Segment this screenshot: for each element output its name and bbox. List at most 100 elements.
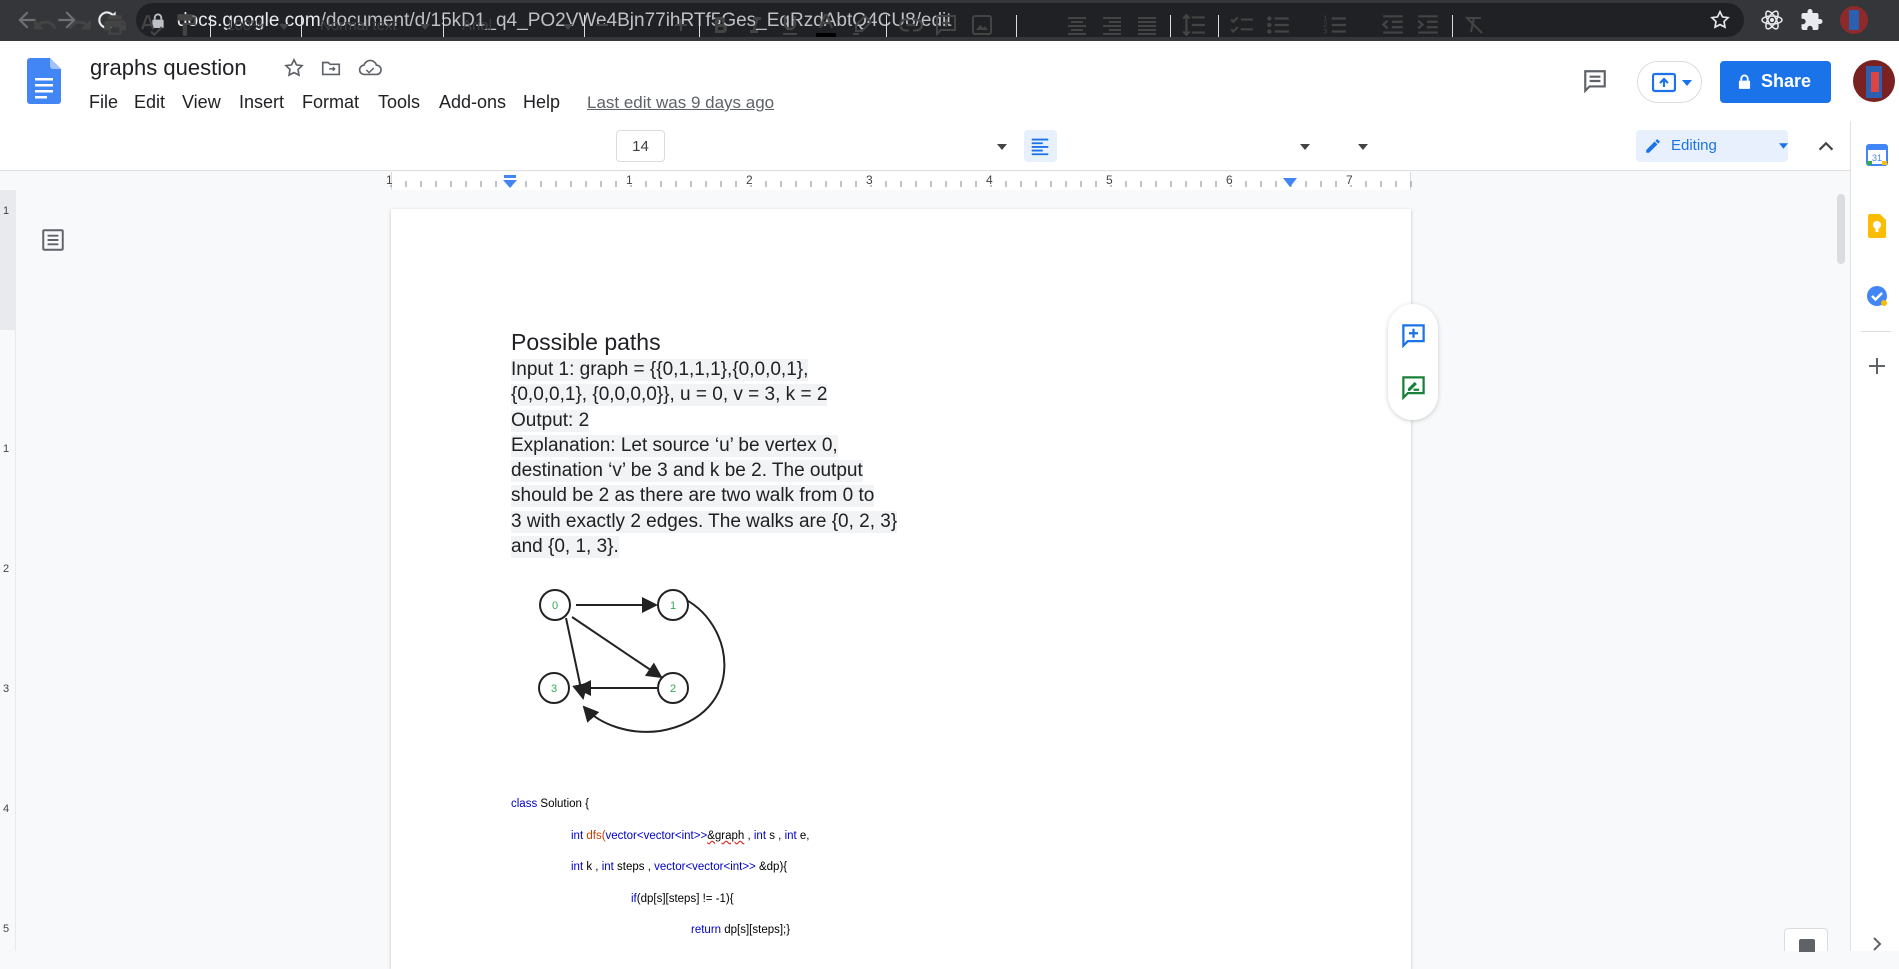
numbered-list-icon[interactable]: 123 (1322, 12, 1348, 38)
bold-icon[interactable] (708, 12, 732, 38)
editing-mode-label: Editing (1671, 137, 1717, 154)
scrollbar[interactable] (1834, 190, 1848, 951)
left-indent-marker[interactable] (503, 175, 517, 188)
chevron-down-icon[interactable] (420, 24, 430, 30)
tasks-icon[interactable] (1866, 285, 1888, 307)
undo-icon[interactable] (32, 12, 58, 38)
zoom-select[interactable]: 100% (226, 17, 264, 34)
menu-help[interactable]: Help (523, 92, 560, 113)
font-family-select[interactable]: Arial (462, 17, 492, 34)
node-label: 2 (670, 683, 676, 695)
keep-icon[interactable] (1866, 214, 1888, 238)
calendar-icon[interactable]: 31 (1866, 144, 1888, 166)
bookmark-star-icon[interactable] (1709, 9, 1731, 31)
ruler-mark: 1 (386, 173, 393, 187)
align-right-icon[interactable] (1100, 12, 1124, 38)
menu-tools[interactable]: Tools (378, 92, 420, 113)
cloud-saved-icon[interactable] (358, 57, 382, 79)
toolbar-divider (1016, 15, 1017, 37)
insert-comment-icon[interactable] (934, 12, 958, 38)
move-folder-icon[interactable] (320, 57, 342, 79)
chevron-down-icon (1682, 80, 1692, 86)
toolbar-divider (210, 15, 211, 37)
account-avatar[interactable] (1853, 60, 1895, 102)
chevron-down-icon[interactable] (279, 24, 289, 30)
line-spacing-icon[interactable] (1181, 12, 1207, 38)
add-addon-icon[interactable] (1867, 356, 1887, 376)
horizontal-ruler: 1 1 2 3 4 5 6 7 (0, 172, 1848, 190)
align-left-button[interactable] (1024, 130, 1057, 162)
present-icon (1652, 72, 1676, 93)
ruler-mark: 1 (3, 205, 10, 217)
bulleted-list-icon[interactable] (1265, 12, 1291, 38)
clear-formatting-icon[interactable] (1462, 12, 1486, 38)
menu-format[interactable]: Format (302, 92, 359, 113)
star-icon[interactable] (283, 57, 305, 79)
graph-diagram-image[interactable]: 0 1 2 3 (530, 585, 745, 735)
node-label: 0 (552, 600, 558, 612)
graph-node: 3 (538, 672, 570, 704)
doc-line: should be 2 as there are two walk from 0… (511, 485, 875, 507)
right-indent-marker[interactable] (1283, 178, 1297, 187)
toolbar-divider (301, 15, 302, 37)
ruler-mark: 1 (626, 173, 633, 187)
graph-node: 1 (657, 589, 689, 621)
redo-icon[interactable] (67, 12, 93, 38)
paint-format-icon[interactable] (173, 12, 199, 38)
code-line: int dfs(vector<vector<int>>&graph , int … (571, 830, 810, 842)
decrease-font-size-icon[interactable] (590, 12, 614, 38)
increase-indent-icon[interactable] (1415, 12, 1441, 38)
text-color-icon[interactable] (813, 12, 839, 38)
editing-mode-button[interactable]: Editing (1636, 130, 1788, 162)
insert-link-icon[interactable] (898, 12, 924, 38)
menu-insert[interactable]: Insert (239, 92, 284, 113)
document-outline-icon[interactable] (40, 227, 66, 253)
present-button[interactable] (1637, 61, 1702, 103)
insert-image-icon[interactable] (970, 12, 994, 38)
doc-line: Explanation: Let source ‘u’ be vertex 0, (511, 435, 838, 457)
add-comment-icon[interactable] (1400, 322, 1427, 349)
increase-font-size-icon[interactable] (669, 12, 693, 38)
ruler-mark: 1 (3, 443, 10, 455)
font-size-input[interactable]: 14 (616, 130, 665, 162)
italic-icon[interactable] (743, 12, 767, 38)
chevron-right-icon[interactable] (1871, 936, 1883, 952)
chevron-down-icon[interactable] (563, 24, 573, 30)
document-title[interactable]: graphs question (90, 55, 247, 81)
chevron-down-icon (1779, 143, 1788, 149)
paragraph-style-select[interactable]: Normal text (320, 17, 397, 34)
align-center-icon[interactable] (1065, 12, 1089, 38)
decrease-indent-icon[interactable] (1380, 12, 1406, 38)
profile-avatar[interactable] (1840, 6, 1868, 34)
spellcheck-icon[interactable] (138, 12, 164, 38)
ruler-mark: 6 (1226, 173, 1233, 187)
formatting-toolbar (0, 121, 1899, 171)
share-button[interactable]: Share (1720, 61, 1831, 103)
docs-logo-icon[interactable] (27, 58, 61, 104)
print-icon[interactable] (102, 12, 128, 38)
react-extension-icon[interactable] (1760, 8, 1784, 32)
chevron-down-icon[interactable] (1300, 144, 1310, 150)
highlight-color-icon[interactable] (850, 12, 874, 38)
menu-edit[interactable]: Edit (134, 92, 165, 113)
code-line: class Solution { (511, 798, 589, 810)
scrollbar-thumb[interactable] (1837, 194, 1845, 264)
suggest-edits-icon[interactable] (1400, 374, 1427, 401)
chevron-down-icon[interactable] (997, 144, 1007, 150)
collapse-toolbar-icon[interactable] (1815, 137, 1837, 155)
menu-addons[interactable]: Add-ons (439, 92, 506, 113)
menu-file[interactable]: File (89, 92, 118, 113)
side-panel: 31 (1850, 121, 1899, 951)
last-edit-link[interactable]: Last edit was 9 days ago (587, 93, 774, 113)
chevron-down-icon[interactable] (1358, 144, 1368, 150)
checklist-icon[interactable] (1229, 12, 1255, 38)
explore-button[interactable] (1784, 928, 1828, 952)
code-line: if(dp[s][steps] != -1){ (631, 893, 734, 905)
svg-text:31: 31 (1872, 153, 1882, 163)
underline-icon[interactable] (778, 12, 802, 38)
comments-icon[interactable] (1581, 68, 1609, 94)
align-justify-icon[interactable] (1135, 12, 1159, 38)
extensions-puzzle-icon[interactable] (1800, 8, 1824, 32)
toolbar-divider (1452, 15, 1453, 37)
menu-view[interactable]: View (182, 92, 221, 113)
